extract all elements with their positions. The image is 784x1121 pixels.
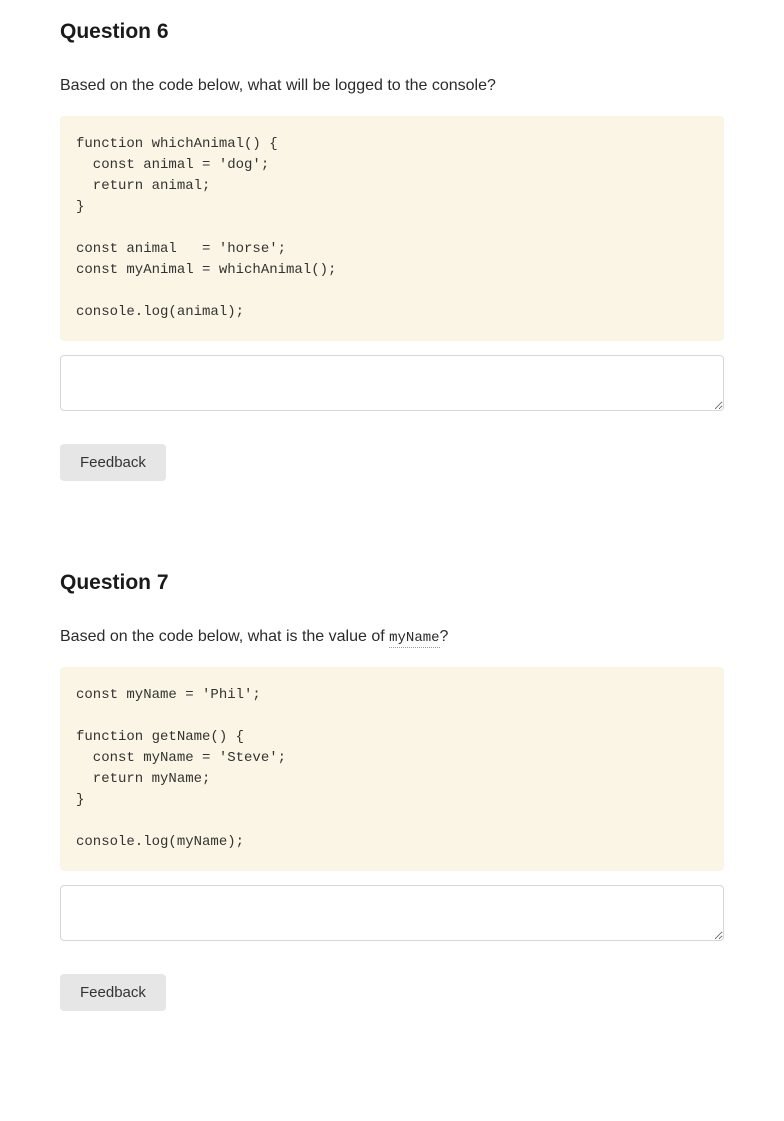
feedback-button[interactable]: Feedback <box>60 974 166 1011</box>
question-prompt: Based on the code below, what is the val… <box>60 625 724 649</box>
answer-input[interactable] <box>60 885 724 941</box>
question-block-6: Question 6 Based on the code below, what… <box>60 20 724 481</box>
question-prompt: Based on the code below, what will be lo… <box>60 74 724 98</box>
question-block-7: Question 7 Based on the code below, what… <box>60 571 724 1011</box>
answer-input[interactable] <box>60 355 724 411</box>
feedback-button[interactable]: Feedback <box>60 444 166 481</box>
prompt-text-prefix: Based on the code below, what is the val… <box>60 628 389 645</box>
prompt-text-suffix: ? <box>440 628 449 645</box>
question-title: Question 6 <box>60 20 724 44</box>
question-title: Question 7 <box>60 571 724 595</box>
prompt-text: Based on the code below, what will be lo… <box>60 77 496 94</box>
code-block: function whichAnimal() { const animal = … <box>60 116 724 341</box>
questions-container: Question 6 Based on the code below, what… <box>0 20 784 1011</box>
prompt-inline-code: myName <box>389 630 439 648</box>
code-block: const myName = 'Phil'; function getName(… <box>60 667 724 871</box>
